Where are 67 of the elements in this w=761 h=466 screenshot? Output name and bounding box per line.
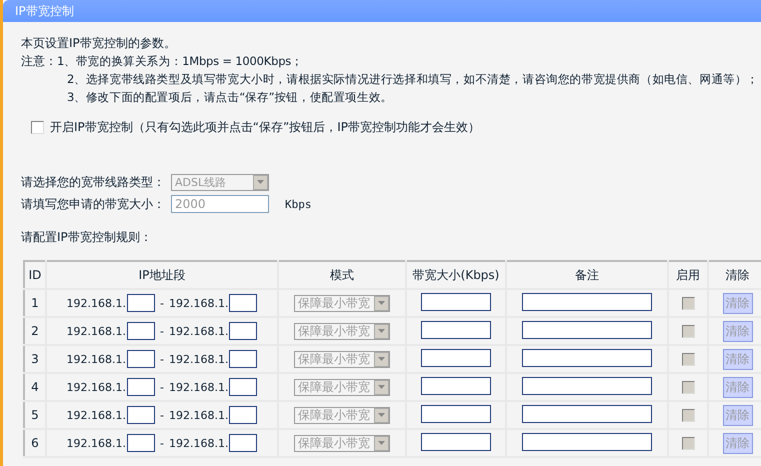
enable-checkbox[interactable]	[31, 120, 44, 134]
range-dash: -	[160, 352, 164, 366]
ip-prefix: 192.168.1.	[168, 380, 228, 394]
id-cell: 4	[24, 373, 46, 401]
note-field[interactable]	[522, 320, 652, 338]
ip-start-field[interactable]	[127, 406, 155, 424]
ip-prefix: 192.168.1.	[168, 436, 228, 450]
column-header: IP地址段	[46, 261, 278, 289]
ip-prefix: 192.168.1.	[66, 324, 126, 338]
note-text: 3、修改下面的配置项后，请点击“保存”按钮，使配置项生效。	[66, 89, 394, 106]
range-dash: -	[160, 380, 164, 394]
line-type-label: 请选择您的宽带线路类型：	[21, 174, 166, 190]
column-header: ID	[24, 261, 46, 289]
bandwidth-field[interactable]	[421, 320, 491, 338]
ip-end-field[interactable]	[229, 406, 258, 424]
range-dash: -	[160, 296, 164, 310]
id-cell: 3	[24, 345, 46, 373]
ip-prefix: 192.168.1.	[66, 352, 126, 366]
id-cell: 1	[24, 289, 46, 317]
bandwidth-field[interactable]	[421, 376, 491, 394]
ip-start-field[interactable]	[127, 322, 155, 340]
ip-prefix: 192.168.1.	[168, 352, 228, 366]
bandwidth-label: 请填写您申请的带宽大小：	[21, 196, 166, 212]
unit-label: Kbps	[285, 198, 312, 210]
ip-end-field[interactable]	[229, 378, 258, 396]
column-header: 带宽大小(Kbps)	[406, 261, 506, 289]
range-dash: -	[160, 324, 164, 338]
note-field[interactable]	[522, 432, 652, 450]
ip-start-field[interactable]	[127, 350, 155, 368]
ip-prefix: 192.168.1.	[168, 324, 228, 338]
range-dash: -	[160, 408, 164, 422]
intro-text: 本页设置IP带宽控制的参数。	[21, 35, 177, 52]
ip-prefix: 192.168.1.	[66, 408, 126, 422]
bandwidth-field[interactable]	[421, 348, 491, 366]
note-text: 1、带宽的换算关系为：1Mbps = 1000Kbps；	[57, 53, 304, 70]
ip-prefix: 192.168.1.	[168, 296, 228, 310]
note-field[interactable]	[522, 292, 652, 310]
bandwidth-field[interactable]	[421, 292, 491, 310]
id-cell: 6	[24, 429, 46, 457]
id-cell: 5	[24, 401, 46, 429]
enable-label: 开启IP带宽控制（只有勾选此项并点击“保存”按钮后，IP带宽控制功能才会生效）	[50, 119, 480, 136]
ip-end-field[interactable]	[229, 350, 258, 368]
note-field[interactable]	[522, 348, 652, 366]
ip-prefix: 192.168.1.	[168, 408, 228, 422]
ip-end-field[interactable]	[229, 294, 258, 312]
ip-end-field[interactable]	[229, 434, 258, 452]
note-text: 2、选择宽带线路类型及填写带宽大小时，请根据实际情况进行选择和填写，如不清楚，请咨询您的带宽提供商（如电信、网通等）；	[66, 71, 759, 88]
id-cell: 2	[24, 317, 46, 345]
ip-start-field[interactable]	[127, 434, 155, 452]
bandwidth-field[interactable]	[421, 432, 491, 450]
column-header: 备注	[506, 261, 668, 289]
rules-label: 请配置IP带宽控制规则：	[21, 229, 153, 246]
note-field[interactable]	[522, 376, 652, 394]
notes-label: 注意：	[21, 53, 57, 70]
ip-prefix: 192.168.1.	[66, 380, 126, 394]
page-title: IP带宽控制	[15, 2, 74, 20]
column-header: 清除	[708, 261, 761, 289]
ip-start-field[interactable]	[127, 378, 155, 396]
column-header: 启用	[668, 261, 708, 289]
note-field[interactable]	[522, 404, 652, 422]
column-header: 模式	[278, 261, 406, 289]
ip-end-field[interactable]	[229, 322, 258, 340]
ip-prefix: 192.168.1.	[66, 296, 126, 310]
ip-start-field[interactable]	[127, 294, 155, 312]
ip-prefix: 192.168.1.	[66, 436, 126, 450]
range-dash: -	[160, 436, 164, 450]
bandwidth-field[interactable]	[421, 404, 491, 422]
